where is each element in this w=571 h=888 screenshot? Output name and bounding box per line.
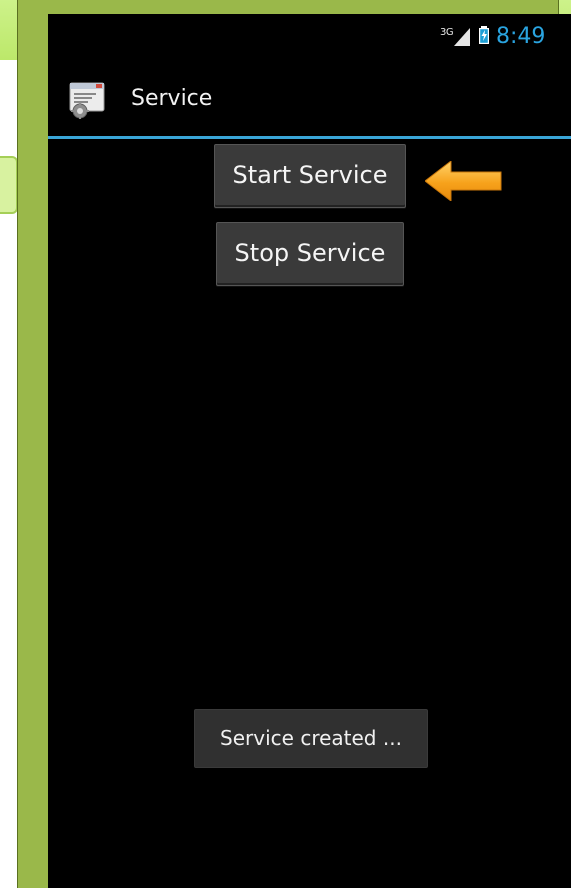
app-window-gear-icon[interactable] bbox=[68, 79, 108, 119]
stop-service-label: Stop Service bbox=[234, 239, 386, 267]
page-title: Service bbox=[131, 86, 213, 111]
action-bar: Service bbox=[48, 62, 571, 139]
toast-text: Service created ... bbox=[220, 726, 402, 750]
status-clock: 8:49 bbox=[496, 24, 546, 49]
device-screen: 3G 8:49 Service Start Service Stop Servi… bbox=[48, 14, 571, 888]
network-type-label: 3G bbox=[440, 27, 454, 38]
stop-service-button[interactable]: Stop Service bbox=[216, 222, 404, 286]
toast-message: Service created ... bbox=[194, 709, 428, 768]
orange-arrow-icon bbox=[425, 161, 502, 201]
signal-icon bbox=[454, 28, 470, 46]
battery-charging-icon bbox=[479, 26, 489, 44]
start-service-button[interactable]: Start Service bbox=[214, 144, 406, 208]
start-service-label: Start Service bbox=[232, 161, 388, 189]
background-side-tab bbox=[0, 156, 18, 214]
device-frame: 3G 8:49 Service Start Service Stop Servi… bbox=[18, 0, 571, 888]
status-bar: 3G 8:49 bbox=[48, 14, 571, 62]
